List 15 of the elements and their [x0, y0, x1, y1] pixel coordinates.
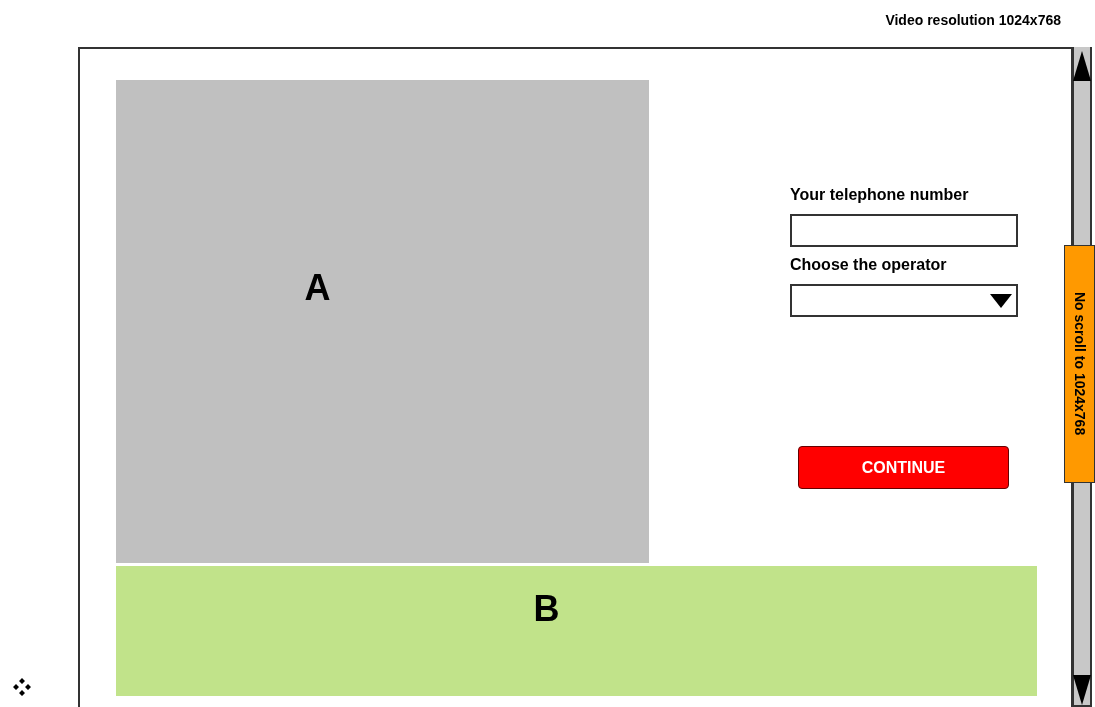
scrollbar-track[interactable] — [1072, 47, 1092, 245]
scroll-down-icon[interactable] — [1073, 675, 1091, 705]
block-label: A — [304, 267, 331, 309]
continue-button[interactable]: CONTINUE — [798, 446, 1009, 489]
input-field[interactable] — [790, 214, 1018, 247]
note-text: No scroll to 1024x768 — [1071, 292, 1088, 436]
caret-icon — [990, 293, 1012, 308]
scroll-up-icon[interactable] — [1073, 51, 1091, 81]
resolution-title: Video resolution 1024x768 — [885, 12, 1061, 30]
scrollbar-track[interactable] — [1072, 483, 1092, 707]
field-label: Your telephone number — [790, 186, 969, 205]
field-label: Choose the operator — [790, 256, 947, 275]
dropdown-field[interactable] — [790, 284, 1018, 317]
block-label: B — [533, 588, 560, 628]
four-diamonds-icon — [13, 678, 31, 696]
